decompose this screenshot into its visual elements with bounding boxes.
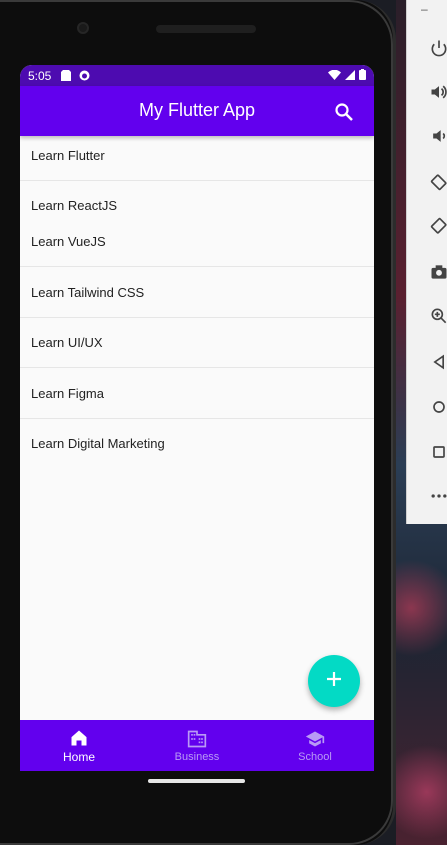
rotate-left-icon[interactable] — [427, 170, 447, 194]
list-divider — [20, 367, 374, 368]
list-divider — [20, 266, 374, 267]
background-glow — [396, 720, 447, 840]
back-icon[interactable] — [427, 350, 447, 374]
status-bar: 5:05 — [20, 65, 374, 86]
background-glow — [396, 560, 447, 680]
sd-card-icon — [61, 70, 72, 81]
bottom-navigation: Home Business School — [20, 720, 374, 771]
status-right-icons — [328, 68, 366, 83]
emulator-toolbar: – — [406, 0, 447, 524]
list-item[interactable]: Learn Digital Marketing — [20, 436, 374, 452]
nav-item-business[interactable]: Business — [138, 720, 256, 771]
phone-screen: 5:05 My Flutter App Learn Flutter Learn … — [20, 65, 374, 771]
camera-icon[interactable] — [427, 260, 447, 284]
nav-item-school[interactable]: School — [256, 720, 374, 771]
volume-down-icon[interactable] — [427, 124, 447, 148]
list-item[interactable]: Learn Figma — [20, 386, 374, 402]
status-time: 5:05 — [28, 68, 52, 83]
home-circle-icon[interactable] — [427, 395, 447, 419]
gesture-navigation-bar[interactable] — [148, 779, 245, 783]
add-fab-button[interactable] — [308, 655, 360, 707]
add-icon — [325, 670, 343, 693]
list-item[interactable]: Learn UI/UX — [20, 335, 374, 351]
business-icon — [187, 730, 207, 747]
rotate-right-icon[interactable] — [427, 214, 447, 238]
app-bar: My Flutter App — [20, 86, 374, 136]
nav-label-school: School — [298, 750, 332, 763]
list-divider — [20, 317, 374, 318]
earpiece-speaker — [156, 25, 256, 33]
power-icon[interactable] — [427, 36, 447, 60]
search-icon[interactable] — [334, 102, 354, 122]
volume-up-icon[interactable] — [427, 80, 447, 104]
nav-label-home: Home — [62, 749, 95, 764]
zoom-icon[interactable] — [427, 304, 447, 328]
school-icon — [305, 731, 325, 746]
more-icon[interactable] — [427, 484, 447, 508]
home-icon — [71, 730, 87, 745]
overview-icon[interactable] — [427, 440, 447, 464]
wifi-icon — [328, 69, 341, 83]
minimize-button[interactable]: – — [421, 2, 428, 16]
app-bar-title: My Flutter App — [138, 100, 256, 120]
list-divider — [20, 180, 374, 181]
list-divider — [20, 418, 374, 419]
battery-icon — [359, 68, 366, 83]
list-item[interactable]: Learn Flutter — [20, 148, 374, 164]
nav-item-home[interactable]: Home — [20, 720, 138, 771]
front-camera — [77, 22, 89, 34]
signal-icon — [345, 69, 355, 83]
list-item[interactable]: Learn VueJS — [20, 234, 374, 250]
app-notification-icon — [79, 70, 90, 81]
phone-frame: 5:05 My Flutter App Learn Flutter Learn … — [0, 0, 396, 845]
nav-label-business: Business — [174, 750, 220, 763]
list-item[interactable]: Learn ReactJS — [20, 198, 374, 214]
list-item[interactable]: Learn Tailwind CSS — [20, 285, 374, 301]
